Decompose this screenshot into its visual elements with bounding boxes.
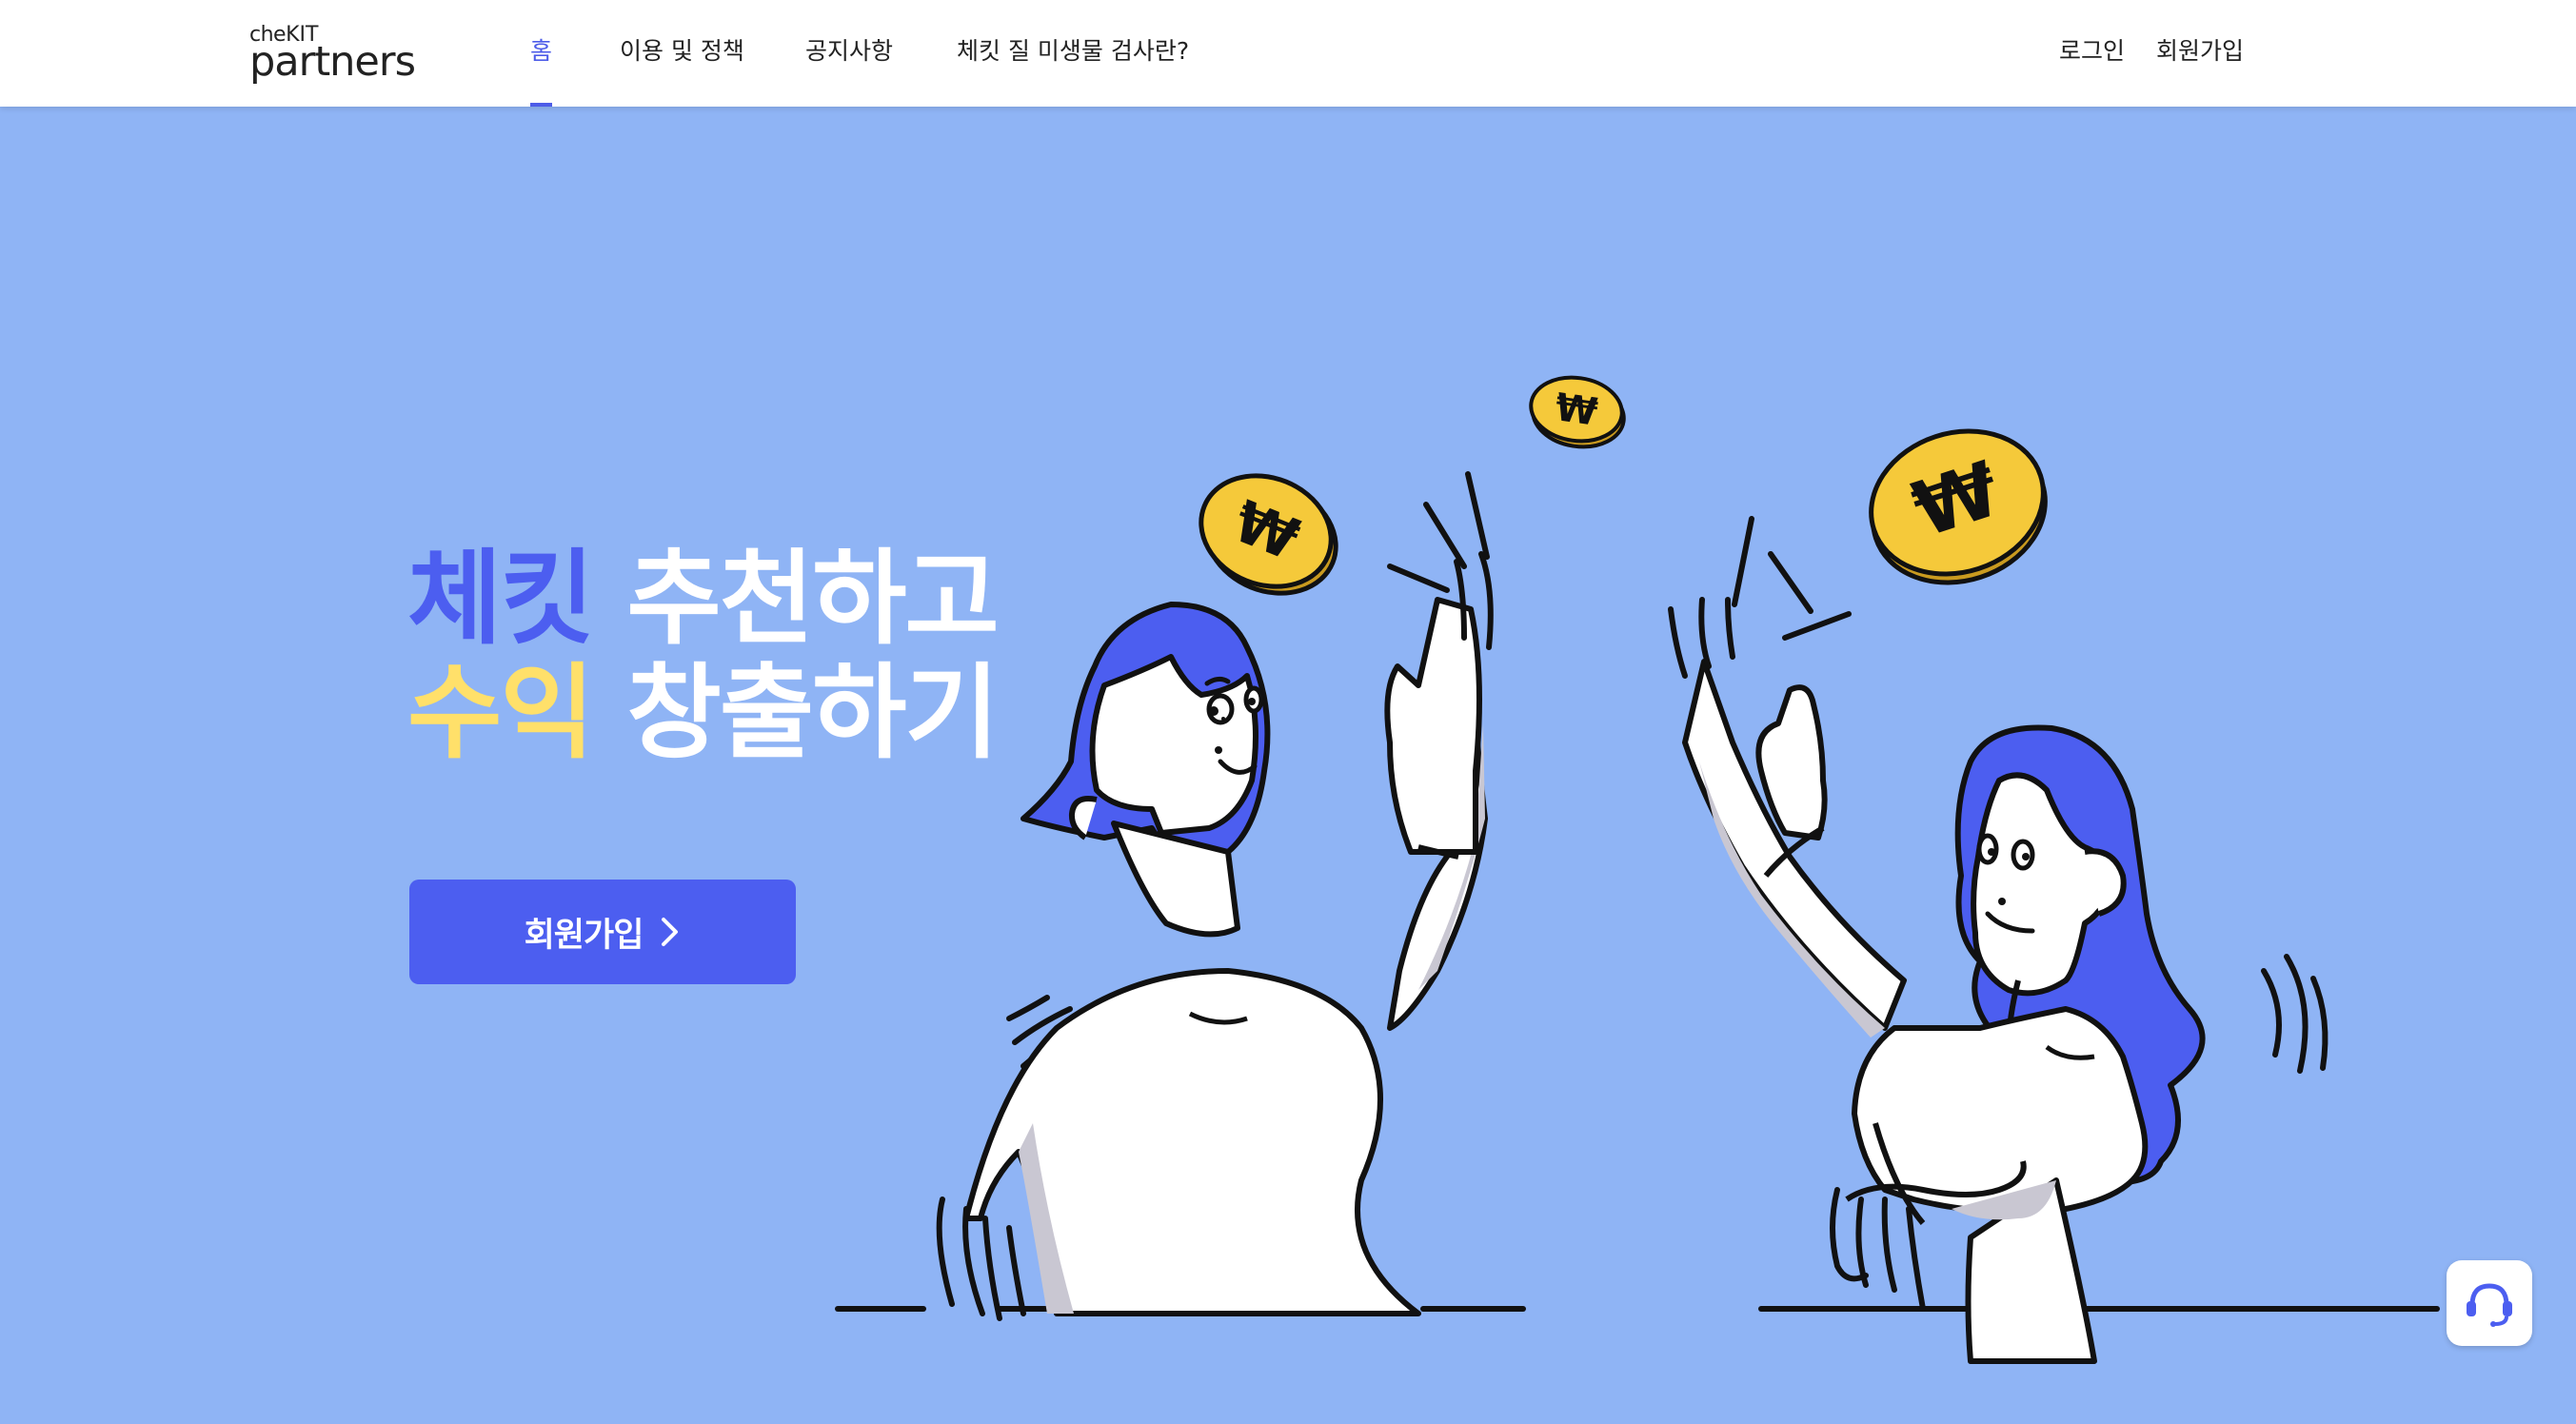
motion-line <box>1465 471 1490 560</box>
nav-about-test[interactable]: 체킷 질 미생물 검사란? <box>957 32 1189 70</box>
motion-line <box>1387 564 1450 593</box>
hero-signup-button[interactable]: 회원가입 <box>409 880 796 984</box>
motion-line <box>1732 516 1754 607</box>
left-person <box>936 551 1494 1321</box>
hero-accent-profit: 수익 <box>407 654 595 773</box>
hero-accent-brand: 체킷 <box>407 540 595 659</box>
high-five-illustration: ₩ ₩ ₩ <box>835 375 2440 1364</box>
coin-icon: ₩ <box>1529 375 1626 449</box>
motion-line <box>1782 611 1852 641</box>
coin-icon: ₩ <box>1199 473 1338 596</box>
chevron-right-icon <box>662 918 679 946</box>
coin-icon: ₩ <box>1869 428 2048 585</box>
active-nav-indicator <box>530 103 552 107</box>
logo-main-text: partners <box>249 38 416 86</box>
login-link[interactable]: 로그인 <box>2059 32 2125 70</box>
motion-line <box>2310 976 2328 1071</box>
chekit-partners-logo[interactable]: cheKIT partners <box>249 25 421 86</box>
coin-symbol: ₩ <box>1553 386 1600 435</box>
motion-line <box>1006 995 1050 1021</box>
customer-support-button[interactable] <box>2447 1260 2532 1346</box>
headset-icon <box>2467 1283 2512 1327</box>
motion-line <box>2284 954 2308 1074</box>
right-person <box>1668 597 2206 1364</box>
motion-line <box>2261 968 2282 1058</box>
motion-line <box>1423 502 1467 569</box>
nav-home[interactable]: 홈 <box>530 32 552 70</box>
top-navbar: cheKIT partners 홈 이용 및 정책 공지사항 체킷 질 미생물 … <box>0 0 2576 107</box>
hero-signup-label: 회원가입 <box>524 916 644 955</box>
nav-notice[interactable]: 공지사항 <box>805 32 893 70</box>
motion-line <box>1768 551 1813 614</box>
nav-policy[interactable]: 이용 및 정책 <box>620 32 744 70</box>
signup-link[interactable]: 회원가입 <box>2156 32 2244 70</box>
